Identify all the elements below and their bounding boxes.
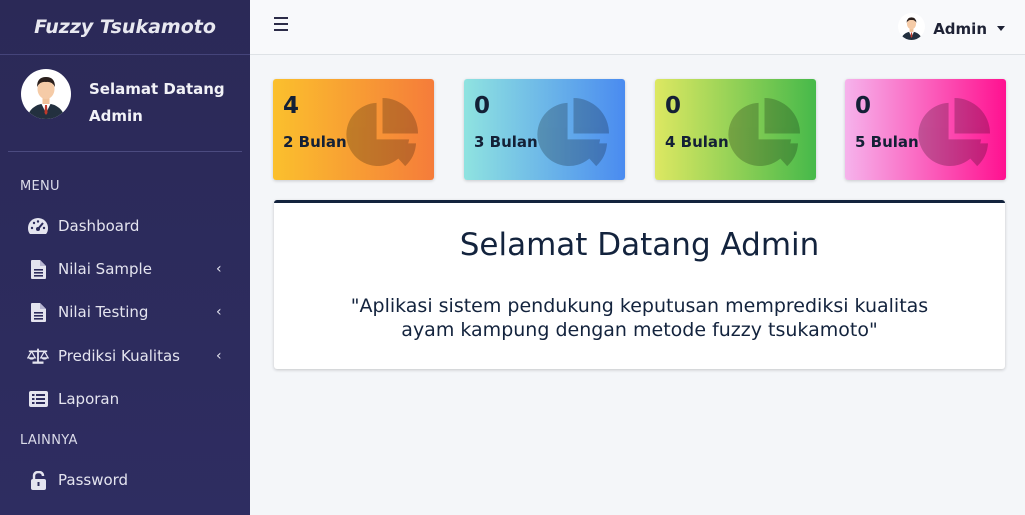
welcome-title: Selamat Datang Admin bbox=[459, 227, 820, 263]
sidebar-item-nilai-testing[interactable]: Nilai Testing ‹ bbox=[0, 292, 250, 332]
balance-scale-icon bbox=[27, 345, 49, 367]
user-greeting: Selamat Datang Admin bbox=[89, 76, 225, 130]
pie-chart-icon bbox=[918, 97, 991, 167]
sidebar-item-label: Nilai Testing bbox=[58, 303, 149, 321]
sidebar: Fuzzy Tsukamoto Selamat Datang Admin MEN… bbox=[0, 0, 250, 515]
caret-down-icon bbox=[997, 26, 1005, 31]
user-greeting-line1: Selamat Datang bbox=[89, 80, 225, 98]
user-avatar-small bbox=[898, 13, 926, 44]
unlock-icon bbox=[27, 469, 49, 491]
stat-card-4-bulan[interactable]: 0 4 Bulan bbox=[655, 79, 816, 180]
chevron-left-icon: ‹ bbox=[216, 304, 222, 320]
welcome-quote: "Aplikasi sistem pendukung keputusan mem… bbox=[350, 295, 929, 341]
stat-label: 5 Bulan bbox=[855, 133, 919, 151]
sidebar-item-prediksi-kualitas[interactable]: Prediksi Kualitas ‹ bbox=[0, 336, 250, 376]
stat-label: 4 Bulan bbox=[665, 133, 729, 151]
sidebar-item-label: Password bbox=[58, 471, 129, 489]
stat-label: 2 Bulan bbox=[283, 133, 347, 151]
user-name: Admin bbox=[933, 19, 987, 38]
sidebar-item-laporan[interactable]: Laporan bbox=[0, 379, 250, 419]
sidebar-item-password[interactable]: Password bbox=[0, 460, 250, 500]
sidebar-item-label: Dashboard bbox=[58, 217, 140, 235]
chevron-left-icon: ‹ bbox=[216, 348, 222, 364]
stat-label: 3 Bulan bbox=[474, 133, 538, 151]
nav-header-menu: MENU bbox=[20, 179, 60, 194]
sidebar-item-nilai-sample[interactable]: Nilai Sample ‹ bbox=[0, 249, 250, 289]
brand-title: Fuzzy Tsukamoto bbox=[34, 16, 216, 38]
stat-value: 0 bbox=[855, 93, 872, 119]
stat-value: 0 bbox=[474, 93, 491, 119]
nav-header-lainnya: LAINNYA bbox=[20, 433, 78, 448]
user-avatar bbox=[21, 69, 71, 123]
pie-chart-icon bbox=[537, 97, 610, 167]
stat-value: 4 bbox=[283, 93, 300, 119]
sidebar-item-dashboard[interactable]: Dashboard bbox=[0, 206, 250, 246]
user-panel: Selamat Datang Admin bbox=[8, 55, 242, 152]
user-greeting-line2: Admin bbox=[89, 107, 143, 125]
list-alt-icon bbox=[27, 388, 49, 410]
file-icon bbox=[27, 301, 49, 323]
sidebar-item-label: Prediksi Kualitas bbox=[58, 347, 180, 365]
stat-card-5-bulan[interactable]: 0 5 Bulan bbox=[845, 79, 1006, 180]
chevron-left-icon: ‹ bbox=[216, 261, 222, 277]
bars-icon[interactable] bbox=[274, 17, 288, 31]
welcome-panel: Selamat Datang Admin "Aplikasi sistem pe… bbox=[274, 200, 1005, 369]
tachometer-icon bbox=[27, 215, 49, 237]
top-navbar: Admin bbox=[250, 0, 1025, 55]
pie-chart-icon bbox=[728, 97, 801, 167]
user-dropdown[interactable]: Admin bbox=[898, 13, 1005, 44]
stat-value: 0 bbox=[665, 93, 682, 119]
stat-card-3-bulan[interactable]: 0 3 Bulan bbox=[464, 79, 625, 180]
file-icon bbox=[27, 258, 49, 280]
brand-link[interactable]: Fuzzy Tsukamoto bbox=[0, 0, 250, 55]
sidebar-item-label: Laporan bbox=[58, 390, 120, 408]
stat-card-2-bulan[interactable]: 4 2 Bulan bbox=[273, 79, 434, 180]
sidebar-item-label: Nilai Sample bbox=[58, 260, 152, 278]
pie-chart-icon bbox=[346, 97, 419, 167]
